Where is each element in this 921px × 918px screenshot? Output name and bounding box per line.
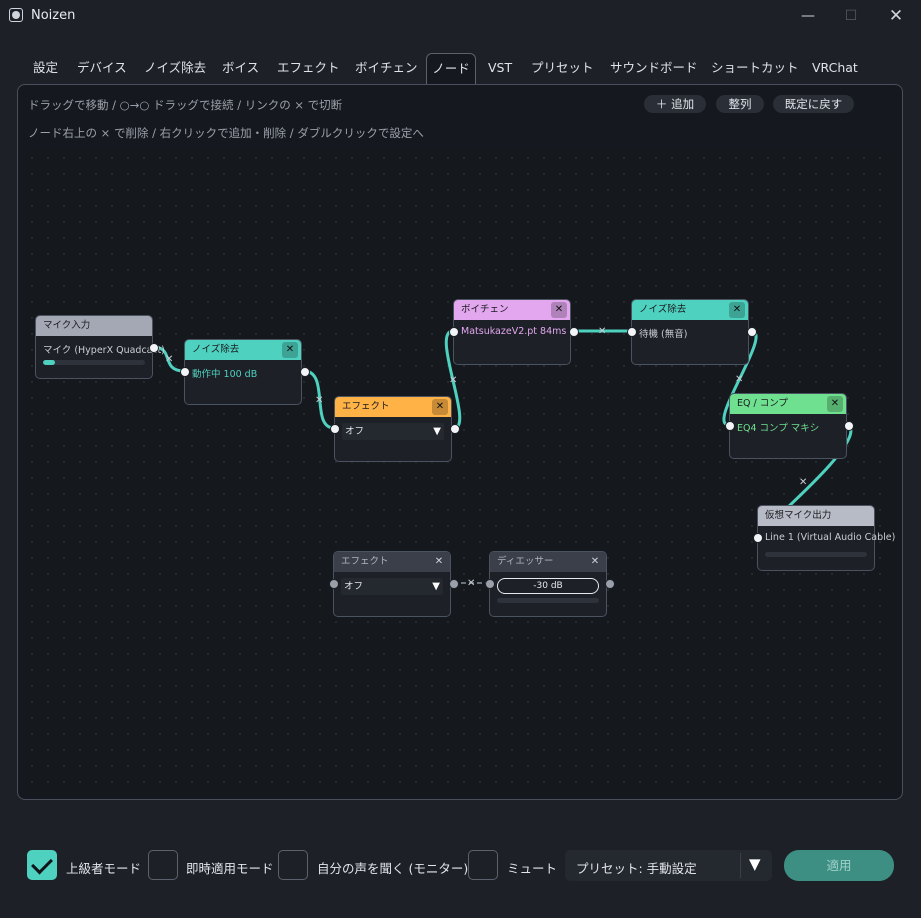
node-status: 待機 (無音) [639,329,688,340]
hint-connect: ドラッグで移動 / ○→○ ドラッグで接続 / リンクの × で切断 [28,98,343,112]
monitor-checkbox[interactable] [278,850,308,880]
node-deesser[interactable]: ディエッサー ✕ -30 dB [489,551,607,617]
node-title: エフェクト [341,556,389,567]
node-eq-compressor[interactable]: EQ / コンプ ✕ EQ4 コンプ マキシ [729,393,847,459]
cut-link-icon[interactable]: ✕ [449,375,457,386]
close-button[interactable]: ✕ [876,5,916,27]
window-title: Noizen [31,8,76,23]
cut-link-icon[interactable]: ✕ [735,374,743,385]
input-port[interactable] [725,421,735,431]
tab-voice-changer[interactable]: ボイチェン [355,53,418,83]
node-title: ボイチェン [461,304,509,315]
input-port[interactable] [485,579,495,589]
output-port[interactable] [449,579,459,589]
cut-link-icon[interactable]: ✕ [165,354,173,365]
node-mic-input[interactable]: マイク入力 マイク (HyperX Quadcast) [35,315,165,379]
minimize-button[interactable]: — [788,5,828,27]
output-port[interactable] [300,367,310,377]
instant-apply-checkbox[interactable] [148,850,178,880]
output-port[interactable] [844,421,854,431]
tab-nodes[interactable]: ノード [426,53,476,86]
add-node-button[interactable]: ＋ 追加 [644,95,706,113]
node-title: エフェクト [342,401,390,412]
mute-checkbox[interactable] [468,850,498,880]
delete-node-button[interactable]: ✕ [587,554,603,570]
input-port[interactable] [627,327,637,337]
input-port[interactable] [449,327,459,337]
tab-settings[interactable]: 設定 [33,53,58,83]
input-port[interactable] [180,367,190,377]
preset-value: プリセット: 手動設定 [576,861,697,876]
monitor-label: 自分の声を聞く (モニター) [317,861,469,876]
node-title: EQ / コンプ [737,398,788,409]
dropdown-arrow-icon: ▼ [433,426,441,437]
tab-vst[interactable]: VST [488,53,512,83]
hint-delete: ノード右上の × で削除 / 右クリックで追加・削除 / ダブルクリックで設定へ [28,126,424,140]
effect-select[interactable]: オフ ▼ [342,423,444,440]
node-canvas[interactable] [24,150,894,795]
node-voice-changer[interactable]: ボイチェン ✕ MatsukazeV2.pt 84ms [453,299,571,365]
mute-label: ミュート [507,861,558,876]
maximize-button[interactable]: ☐ [831,5,871,27]
dropdown-arrow-icon: ▼ [749,855,761,873]
node-title: ノイズ除去 [639,304,687,315]
node-effect[interactable]: エフェクト ✕ オフ ▼ [334,396,452,462]
tab-shortcuts[interactable]: ショートカット [711,53,799,83]
apply-button[interactable]: 適用 [784,850,894,881]
node-effect-unused[interactable]: エフェクト ✕ オフ ▼ [333,551,451,617]
delete-node-button[interactable]: ✕ [729,302,745,318]
tab-devices[interactable]: デバイス [77,53,127,83]
node-noise-removal[interactable]: ノイズ除去 ✕ 動作中 100 dB [184,339,302,405]
node-title: ノイズ除去 [192,344,240,355]
tab-voice[interactable]: ボイス [222,53,259,83]
cut-link-icon[interactable]: ✕ [799,477,807,488]
reset-default-button[interactable]: 既定に戻す [773,95,854,113]
dropdown-arrow-icon: ▼ [432,581,440,592]
delete-node-button[interactable]: ✕ [282,342,298,358]
output-device-label: Line 1 (Virtual Audio Cable) [765,532,896,543]
advanced-mode-checkbox[interactable] [27,850,57,880]
eq-preset-label: EQ4 コンプ マキシ [737,423,820,434]
output-port[interactable] [450,424,460,434]
cut-link-icon[interactable]: ✕ [315,395,323,406]
tab-effects[interactable]: エフェクト [277,53,340,83]
output-level-meter [765,552,867,557]
tab-soundboard[interactable]: サウンドボード [610,53,698,83]
tab-presets[interactable]: プリセット [531,53,594,83]
node-status: 動作中 100 dB [192,369,258,380]
model-label: MatsukazeV2.pt 84ms [461,326,567,337]
output-port[interactable] [747,327,757,337]
preset-select[interactable]: プリセット: 手動設定 ▼ [565,850,772,881]
advanced-mode-label: 上級者モード [66,861,142,876]
input-port[interactable] [330,424,340,434]
instant-apply-label: 即時適用モード [186,861,274,876]
delete-node-button[interactable]: ✕ [551,302,567,318]
node-title: 仮想マイク出力 [758,506,874,526]
output-port[interactable] [149,343,159,353]
app-logo-icon [9,8,23,22]
effect-select[interactable]: オフ ▼ [341,578,443,595]
title-bar: Noizen — ☐ ✕ [0,0,921,32]
node-title: ディエッサー [497,556,554,567]
arrange-button[interactable]: 整列 [716,95,764,113]
delete-node-button[interactable]: ✕ [432,399,448,415]
input-level-meter [43,360,145,365]
output-port[interactable] [569,327,579,337]
input-port[interactable] [753,533,763,543]
node-virtual-mic-output[interactable]: 仮想マイク出力 Line 1 (Virtual Audio Cable) [757,505,896,571]
input-port[interactable] [329,579,339,589]
node-title: マイク入力 [36,316,152,336]
tab-vrchat[interactable]: VRChat [812,53,858,83]
delete-node-button[interactable]: ✕ [431,554,447,570]
threshold-input[interactable]: -30 dB [497,578,599,594]
cut-link-icon[interactable]: ✕ [467,578,475,589]
tab-noise-removal[interactable]: ノイズ除去 [144,53,206,83]
output-port[interactable] [605,579,615,589]
cut-link-icon[interactable]: ✕ [598,326,606,337]
node-noise-removal-2[interactable]: ノイズ除去 ✕ 待機 (無音) [631,299,749,365]
deesser-meter [497,598,599,603]
input-device-label: マイク (HyperX Quadcast) [43,345,165,356]
delete-node-button[interactable]: ✕ [827,396,843,412]
